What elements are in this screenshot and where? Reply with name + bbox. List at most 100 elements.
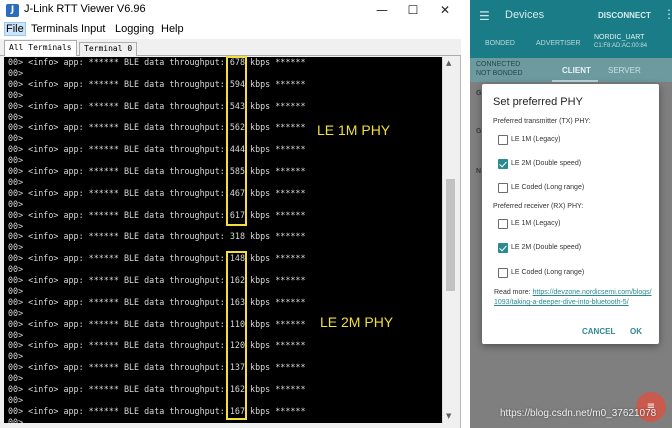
window-title: J-Link RTT Viewer V6.96 xyxy=(24,3,146,15)
throughput-unit: kbps ****** xyxy=(245,209,306,220)
throughput-unit: kbps ****** xyxy=(245,253,306,264)
disconnect-button[interactable]: DISCONNECT xyxy=(598,11,651,20)
checkbox[interactable] xyxy=(498,243,508,253)
blank-line: 00> xyxy=(8,329,29,340)
log-line: 00> <info> app: ****** BLE data throughp… xyxy=(8,340,306,351)
option-label: LE 1M (Legacy) xyxy=(511,220,561,227)
rtt-viewer-window: J J-Link RTT Viewer V6.96 — ☐ ✕ File Ter… xyxy=(0,0,461,428)
log-line: 00> <info> app: ****** BLE data throughp… xyxy=(8,406,306,417)
throughput-unit: kbps ****** xyxy=(245,122,306,133)
app-bar: ☰ Devices DISCONNECT ⋮ BONDED ADVERTISER… xyxy=(470,0,672,58)
menu-input[interactable]: Input xyxy=(81,23,105,35)
blank-line: 00> xyxy=(8,351,29,362)
menu-bar: File Terminals Input Logging Help xyxy=(0,22,461,39)
blank-line: 00> xyxy=(8,176,29,187)
blank-line: 00> xyxy=(8,155,29,166)
vertical-scrollbar[interactable]: ▲ ▼ xyxy=(442,57,457,423)
blank-line: 00> xyxy=(8,307,29,318)
scrollbar-thumb[interactable] xyxy=(446,179,455,291)
throughput-unit: kbps ****** xyxy=(245,231,306,242)
service-item[interactable]: G xyxy=(476,128,481,135)
blank-line: 00> xyxy=(8,198,29,209)
menu-terminals[interactable]: Terminals xyxy=(31,23,78,35)
log-prefix: 00> <info> app: ****** BLE data throughp… xyxy=(8,78,230,89)
throughput-unit: kbps ****** xyxy=(245,405,306,416)
log-prefix: 00> <info> app: ****** BLE data throughp… xyxy=(8,122,230,133)
tab-all-terminals[interactable]: All Terminals xyxy=(4,40,77,56)
log-line: 00> <info> app: ****** BLE data throughp… xyxy=(8,253,306,264)
log-prefix: 00> <info> app: ****** BLE data throughp… xyxy=(8,340,230,351)
not-bonded-label: NOT BONDED xyxy=(476,70,523,77)
close-button[interactable]: ✕ xyxy=(428,0,462,22)
log-line: 00> <info> app: ****** BLE data throughp… xyxy=(8,57,306,68)
tab-server[interactable]: SERVER xyxy=(608,66,641,75)
set-preferred-phy-dialog: Set preferred PHY Preferred transmitter … xyxy=(482,84,659,344)
checkbox[interactable] xyxy=(498,135,508,145)
checkbox[interactable] xyxy=(498,219,508,229)
scroll-up-icon[interactable]: ▲ xyxy=(446,59,451,67)
read-more-label: Read more: xyxy=(494,289,533,296)
throughput-unit: kbps ****** xyxy=(245,340,306,351)
throughput-unit: kbps ****** xyxy=(245,166,306,176)
menu-help[interactable]: Help xyxy=(161,23,184,35)
client-tab-indicator xyxy=(552,80,598,82)
read-more-text: Read more: https://devzone.nordicsemi.co… xyxy=(494,288,652,308)
ok-button[interactable]: OK xyxy=(630,327,642,336)
tab-bonded[interactable]: BONDED xyxy=(485,40,515,47)
log-prefix: 00> <info> app: ****** BLE data throughp… xyxy=(8,144,230,155)
log-prefix: 00> <info> app: ****** BLE data throughp… xyxy=(8,166,230,176)
log-line: 00> <info> app: ****** BLE data throughp… xyxy=(8,319,306,330)
overflow-menu-icon[interactable]: ⋮ xyxy=(663,7,672,21)
tab-client[interactable]: CLIENT xyxy=(562,66,591,75)
log-line: 00> <info> app: ****** BLE data throughp… xyxy=(8,210,306,221)
minimize-button[interactable]: — xyxy=(365,0,399,22)
blank-line: 00> xyxy=(8,285,29,296)
le2m-label: LE 2M PHY xyxy=(320,314,394,330)
menu-file[interactable]: File xyxy=(4,22,26,36)
throughput-unit: kbps ****** xyxy=(245,275,306,285)
rx-phy-heading: Preferred receiver (RX) PHY: xyxy=(493,203,584,210)
tab-advertiser[interactable]: ADVERTISER xyxy=(536,40,581,47)
throughput-unit: kbps ****** xyxy=(245,384,306,394)
connected-label: CONNECTED xyxy=(476,61,521,68)
log-prefix: 00> <info> app: ****** BLE data throughp… xyxy=(8,231,230,242)
menu-logging[interactable]: Logging xyxy=(115,23,154,35)
blank-line: 00> xyxy=(8,264,29,275)
service-item[interactable]: N xyxy=(476,168,481,175)
tab-terminal-0[interactable]: Terminal 0 xyxy=(79,42,138,56)
log-prefix: 00> <info> app: ****** BLE data throughp… xyxy=(8,253,230,264)
blank-line: 00> xyxy=(8,67,29,78)
blank-line: 00> xyxy=(8,89,29,100)
terminal-output[interactable]: 00> <info> app: ****** BLE data throughp… xyxy=(4,57,442,423)
throughput-unit: kbps ****** xyxy=(245,78,306,89)
tab-device-name[interactable]: NORDIC_UART xyxy=(594,34,644,41)
app-title: Devices xyxy=(505,9,545,21)
checkbox[interactable] xyxy=(498,268,508,278)
checkbox[interactable] xyxy=(498,159,508,169)
log-prefix: 00> <info> app: ****** BLE data throughp… xyxy=(8,405,230,416)
log-line: 00> <info> app: ****** BLE data throughp… xyxy=(8,122,306,133)
checkbox[interactable] xyxy=(498,183,508,193)
throughput-unit: kbps ****** xyxy=(245,362,306,373)
log-line: 00> <info> app: ****** BLE data throughp… xyxy=(8,297,306,308)
log-line: 00> <info> app: ****** BLE data throughp… xyxy=(8,101,306,112)
log-prefix: 00> <info> app: ****** BLE data throughp… xyxy=(8,57,230,67)
service-item[interactable]: G xyxy=(476,90,481,97)
option-label: LE 2M (Double speed) xyxy=(511,244,582,251)
blank-line: 00> xyxy=(8,394,29,405)
scroll-down-icon[interactable]: ▼ xyxy=(446,412,451,420)
log-line: 00> <info> app: ****** BLE data throughp… xyxy=(8,384,306,395)
device-subbar: CONNECTED NOT BONDED CLIENT SERVER xyxy=(470,58,672,82)
blank-line: 00> xyxy=(8,133,29,144)
hamburger-menu-icon[interactable]: ☰ xyxy=(479,9,490,23)
log-line: 00> <info> app: ****** BLE data throughp… xyxy=(8,362,306,373)
log-prefix: 00> <info> app: ****** BLE data throughp… xyxy=(8,187,230,198)
cancel-button[interactable]: CANCEL xyxy=(582,327,615,336)
log-line: 00> <info> app: ****** BLE data throughp… xyxy=(8,166,306,177)
log-prefix: 00> <info> app: ****** BLE data throughp… xyxy=(8,362,230,373)
le1m-label: LE 1M PHY xyxy=(317,122,391,138)
log-line: 00> <info> app: ****** BLE data throughp… xyxy=(8,231,306,242)
log-line: 00> <info> app: ****** BLE data throughp… xyxy=(8,275,306,286)
le2m-highlight-box xyxy=(226,251,247,420)
maximize-button[interactable]: ☐ xyxy=(396,0,430,22)
